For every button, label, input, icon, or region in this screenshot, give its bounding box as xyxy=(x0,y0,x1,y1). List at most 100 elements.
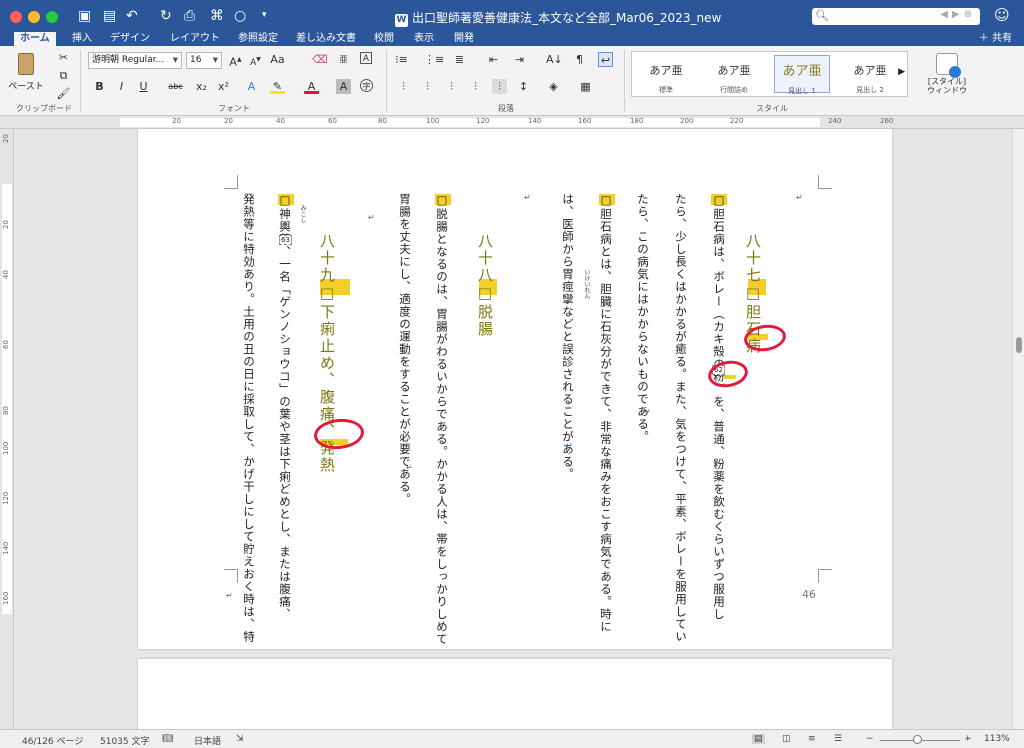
copy-icon[interactable]: ⧉ xyxy=(56,68,71,83)
font-name-select[interactable]: 游明朝 Regular... ▼ xyxy=(88,52,182,69)
sort-icon[interactable]: A↓ xyxy=(546,52,563,67)
body-line[interactable]: □神輿草、一名「ゲンノショウコ」の葉や茎は下痢どめとし、または腹痛、 xyxy=(278,193,292,621)
strikethrough-icon[interactable]: abc xyxy=(168,79,183,94)
show-marks-icon[interactable]: ¶ xyxy=(572,52,587,67)
change-case-icon[interactable]: Aa xyxy=(270,52,285,67)
outline-icon[interactable]: ≡ xyxy=(808,734,816,744)
align-center-v-icon[interactable]: ⫶ xyxy=(420,79,435,94)
zoom-window-button[interactable] xyxy=(46,11,58,23)
style-no-spacing[interactable]: あア亜 行間詰め xyxy=(706,55,762,94)
character-border-icon[interactable]: A xyxy=(360,52,372,64)
text-effects-icon[interactable]: A xyxy=(244,79,259,94)
proofing-icon[interactable]: 📖︎ xyxy=(162,734,173,744)
sidebar-icon[interactable]: ▣ xyxy=(78,8,91,24)
print-icon[interactable]: ⎙ xyxy=(184,8,195,24)
user-account-icon[interactable]: ☺ xyxy=(994,6,1010,24)
tab-mailings[interactable]: 差し込み文書 xyxy=(296,32,356,46)
focus-icon[interactable]: ⇲ xyxy=(236,734,244,744)
tab-insert[interactable]: 挿入 xyxy=(72,32,92,46)
increase-indent-icon[interactable]: ⇥ xyxy=(512,52,527,67)
redo-icon[interactable]: ↻ xyxy=(160,8,172,24)
align-bottom-icon[interactable]: ⫶ xyxy=(444,79,459,94)
next-page[interactable] xyxy=(138,659,892,729)
shape-icon[interactable]: ○ xyxy=(234,8,246,24)
vertical-ruler[interactable]: 20 20 40 60 80 100 120 140 160 xyxy=(0,129,14,729)
document-canvas[interactable]: 八十七□胆石病 □胆石病は、ボレー（カキ殻の粉）を、普通、粉薬を飲むくらいずつ服… xyxy=(14,129,1012,729)
print-layout-icon[interactable]: ▤ xyxy=(752,734,765,744)
tab-references[interactable]: 参照設定 xyxy=(238,32,278,46)
font-size-select[interactable]: 16 ▼ xyxy=(186,52,222,69)
format-painter-icon[interactable]: ⌘ xyxy=(210,8,224,24)
footnote-mark[interactable]: 63 xyxy=(279,235,292,245)
subscript-icon[interactable]: x₂ xyxy=(194,79,209,94)
customize-toolbar-icon[interactable]: ▾ xyxy=(262,10,267,20)
character-shading-icon[interactable]: A xyxy=(336,79,351,94)
close-window-button[interactable] xyxy=(10,11,22,23)
minimize-window-button[interactable] xyxy=(28,11,40,23)
style-heading-1[interactable]: あア亜 見出し 1 xyxy=(774,55,830,95)
bullets-icon[interactable]: ⁝≡ xyxy=(394,52,409,67)
body-line[interactable]: 胃腸を丈夫にし、適度の運動をすることが必要である。 xyxy=(398,193,412,506)
body-line[interactable]: は、医師から胃痙攣などと誤診されることがある。 xyxy=(561,193,575,481)
page-count[interactable]: 46/126 ページ xyxy=(22,734,83,747)
phonetic-guide-icon[interactable]: 亜 xyxy=(336,52,351,67)
tab-home[interactable]: ホーム xyxy=(14,32,56,46)
share-button[interactable]: ＋ 共有 xyxy=(979,32,1012,45)
shrink-font-icon[interactable]: A▼ xyxy=(248,52,263,68)
text-direction-icon[interactable]: ↩ xyxy=(598,52,613,67)
language[interactable]: 日本語 xyxy=(194,734,221,747)
body-line[interactable]: 発熱等に特効あり。土用の丑の日に採取して、かげ干しにして貯えおく時は、特 xyxy=(242,193,256,643)
line-spacing-icon[interactable]: ↕ xyxy=(516,79,531,94)
styles-pane-button[interactable]: [スタイル] ウィンドウ xyxy=(926,53,968,101)
styles-more-icon[interactable]: ▶ xyxy=(898,67,905,77)
paste-button[interactable]: ペースト xyxy=(6,51,46,97)
justify-icon[interactable]: ⫶ xyxy=(492,79,507,94)
bold-icon[interactable]: B xyxy=(92,79,107,94)
style-normal[interactable]: あア亜 標準 xyxy=(638,55,694,94)
save-icon[interactable]: ▤ xyxy=(103,8,116,24)
body-line[interactable]: たら、この病気にはかからないものである。 xyxy=(636,193,650,443)
word-count[interactable]: 51035 文字 xyxy=(100,734,150,747)
numbering-icon[interactable]: ⋮≡ xyxy=(424,52,444,67)
borders-icon[interactable]: ▦ xyxy=(578,79,593,94)
style-heading-2[interactable]: あア亜 見出し 2 xyxy=(842,55,898,94)
grow-font-icon[interactable]: A▲ xyxy=(228,52,243,69)
body-line[interactable]: □胆石病は、ボレー（カキ殻の粉）を、普通、粉薬を飲むくらいずつ服用し xyxy=(712,193,726,621)
enclosed-character-icon[interactable]: 字 xyxy=(360,79,373,92)
search-nav-icon[interactable]: ◀▶⊗ xyxy=(940,9,976,20)
undo-icon[interactable]: ↶ xyxy=(126,8,138,24)
tab-review[interactable]: 校閲 xyxy=(374,32,394,46)
font-color-icon[interactable]: A xyxy=(304,79,319,94)
search-field[interactable]: 🔍︎ ◀▶⊗ xyxy=(812,8,980,25)
shading-icon[interactable]: ◈ xyxy=(546,79,561,94)
vertical-scrollbar[interactable] xyxy=(1012,129,1024,729)
heading-88[interactable]: 八十八□脱腸 xyxy=(476,233,494,338)
distribute-icon[interactable]: ⫶ xyxy=(468,79,483,94)
italic-icon[interactable]: I xyxy=(114,79,129,94)
clear-formatting-icon[interactable]: ⌫ xyxy=(312,52,328,67)
scrollbar-thumb[interactable] xyxy=(1016,337,1022,353)
zoom-slider-knob[interactable] xyxy=(913,735,922,744)
tab-view[interactable]: 表示 xyxy=(414,32,434,46)
tab-developer[interactable]: 開発 xyxy=(454,32,474,46)
zoom-in-icon[interactable]: + xyxy=(964,734,972,744)
underline-icon[interactable]: U xyxy=(136,79,151,94)
cut-icon[interactable]: ✂ xyxy=(56,50,71,65)
superscript-icon[interactable]: x² xyxy=(216,79,231,94)
zoom-level[interactable]: 113% xyxy=(984,734,1010,744)
body-line[interactable]: たら、少し長くはかかるが癒る。また、気をつけて、平素、ボレーを服用してい xyxy=(674,193,688,643)
web-layout-icon[interactable]: ◫ xyxy=(782,734,791,744)
format-painter-icon[interactable]: 🖌︎ xyxy=(56,86,71,101)
zoom-out-icon[interactable]: − xyxy=(866,734,874,744)
body-line[interactable]: □脱腸となるのは、胃腸がわるいからである。かかる人は、帯をしっかりしめて xyxy=(435,193,449,646)
draft-icon[interactable]: ☰ xyxy=(834,734,842,744)
multilevel-list-icon[interactable]: ≣ xyxy=(452,52,467,67)
decrease-indent-icon[interactable]: ⇤ xyxy=(486,52,501,67)
body-line[interactable]: □胆石病とは、胆臓に石灰分ができて、非常な痛みをおこす病気である。時に xyxy=(599,193,613,633)
highlight-icon[interactable]: ✎ xyxy=(270,79,285,94)
align-top-icon[interactable]: ⫶ xyxy=(396,79,411,94)
tab-design[interactable]: デザイン xyxy=(110,32,150,46)
horizontal-ruler[interactable]: 20 20 40 60 80 100 120 140 160 180 200 2… xyxy=(0,116,1024,129)
tab-layout[interactable]: レイアウト xyxy=(170,32,220,46)
page[interactable]: 八十七□胆石病 □胆石病は、ボレー（カキ殻の粉）を、普通、粉薬を飲むくらいずつ服… xyxy=(138,129,892,649)
